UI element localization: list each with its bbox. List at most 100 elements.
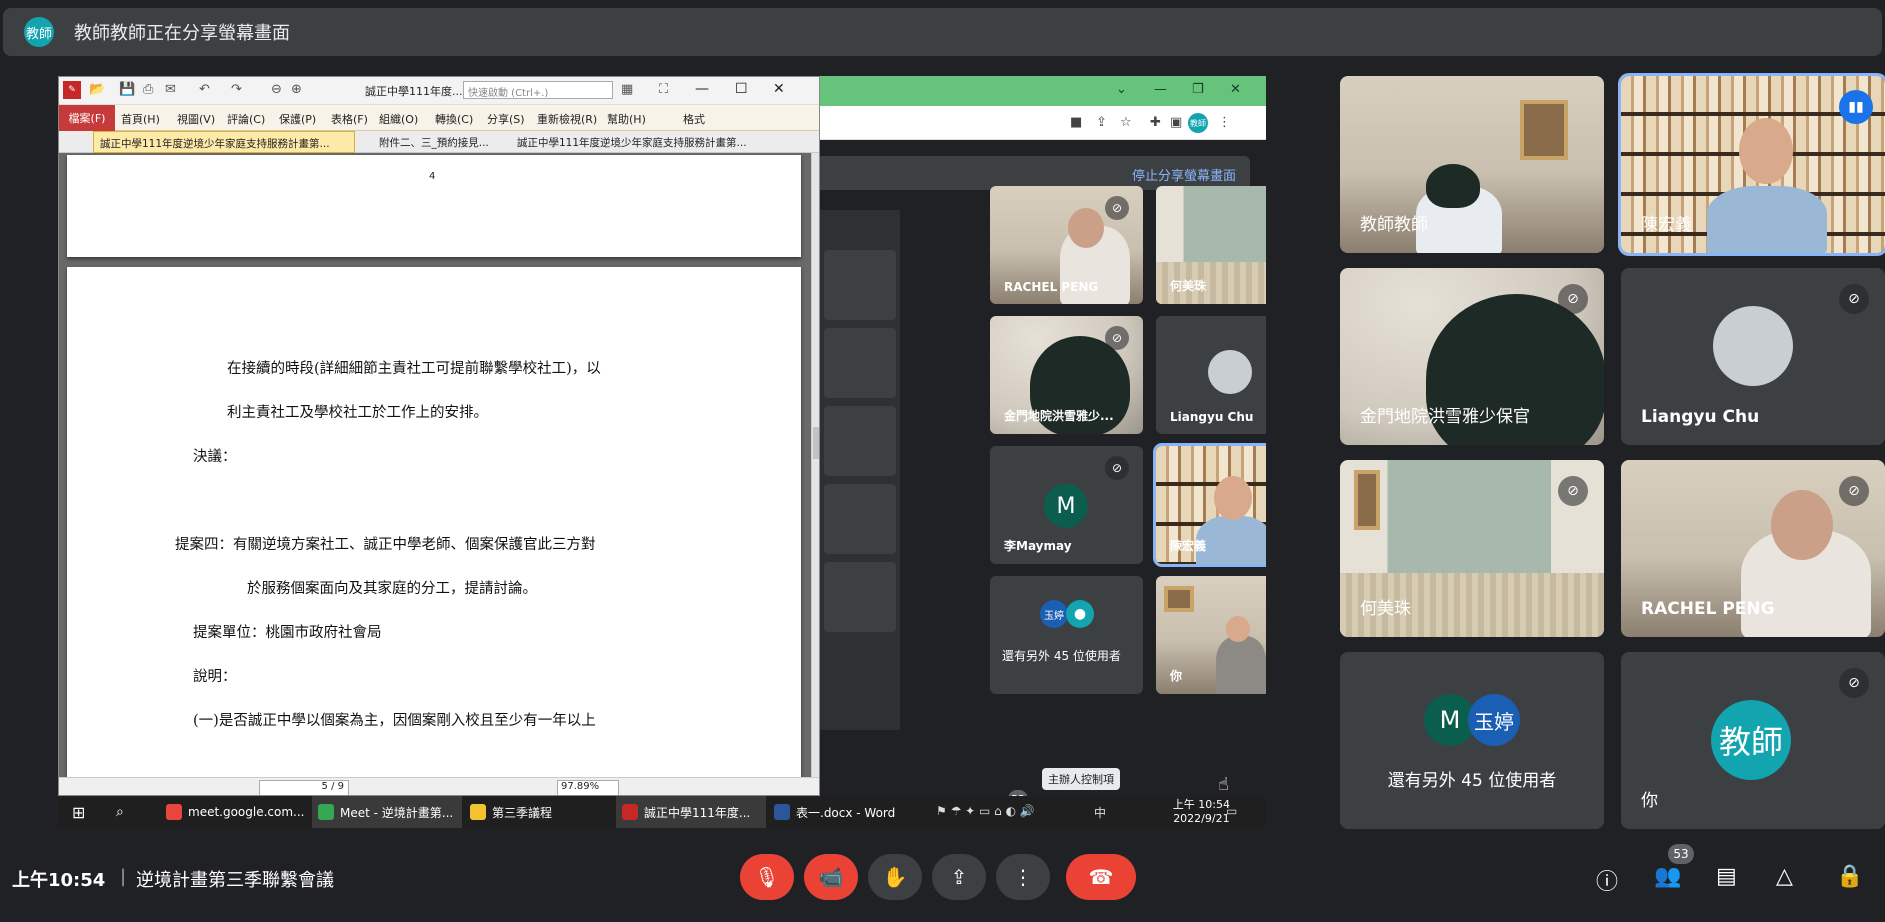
camera-off-icon: 📹 [818, 865, 844, 889]
info-button[interactable]: ⓘ [1596, 864, 1618, 896]
mic-off-icon: ⊘ [1105, 456, 1129, 480]
menu-convert: 轉換(C) [435, 113, 474, 126]
pdf-quick-toolbar: ✎ 📂 💾 ⎙ ✉ ↶ ↷ ⊖ ⊕ 誠正中學111年度... 快速啟動 (Ctr… [59, 77, 819, 105]
camera-icon: ■ [1070, 115, 1083, 130]
mini-tile-self: 你 [1156, 576, 1266, 694]
leave-call-button[interactable]: ☎ [1066, 854, 1136, 900]
taskbar-item: 第三季議程 [464, 796, 614, 828]
tab-doc-2: 附件二、三_預約接見... [379, 137, 489, 149]
others-tile[interactable]: M 玉婷 還有另外 45 位使用者 [1340, 652, 1604, 829]
stop-sharing-bar: 停止分享螢幕畫面 [820, 156, 1250, 190]
mail-icon: ✉ [165, 82, 176, 97]
app-logo-icon: ✎ [63, 81, 81, 99]
menu-file: 檔案(F) [59, 105, 115, 131]
pdf-statusbar: 5 / 9 97.89% [59, 777, 819, 795]
avatar: 玉婷 [1468, 694, 1520, 746]
redo-icon: ↷ [231, 82, 242, 97]
sidepanel-icon: ▣ [1170, 115, 1183, 130]
ime-indicator: 中 [1094, 806, 1107, 820]
activities-button[interactable]: △ [1776, 864, 1793, 889]
profile-icon: 教師 [1188, 113, 1208, 133]
hand-icon: ✋ [882, 865, 908, 889]
page-number: 4 [429, 171, 436, 182]
restore-icon: ❐ [1192, 82, 1204, 97]
participant-name: 金門地院洪雪雅少保官 [1360, 407, 1530, 427]
page-field: 5 / 9 [259, 780, 349, 795]
minimize-icon: — [695, 81, 709, 97]
chat-button[interactable]: ▤ [1716, 864, 1737, 889]
shared-chrome-window: ⌄ — ❐ ✕ ■ ⇪ ☆ ✚ ▣ 教師 ⋮ 停止分享螢幕畫面 ⊘ RACHEL… [820, 76, 1266, 796]
taskbar-item: 誠正中學111年度... [616, 796, 766, 828]
close-icon: ✕ [1230, 82, 1241, 97]
separator: | [120, 866, 127, 887]
document-title: 誠正中學111年度... [365, 85, 463, 98]
people-button[interactable]: 👥 [1654, 864, 1681, 889]
tray-icons: ⚑ ☂ ✦ ▭ ⌂ ◐ 🔊 [936, 804, 1035, 818]
doc-line: 在接續的時段(詳細細節主責社工可提前聯繫學校社工)，以 [227, 361, 601, 377]
taskbar-item: meet.google.com... [160, 796, 310, 828]
present-button[interactable]: ⇪ [932, 854, 986, 900]
doc-line: 於服務個案面向及其家庭的分工，提請討論。 [247, 581, 537, 597]
person-icon: ● [1066, 600, 1094, 628]
participant-tile[interactable]: ⊘ Liangyu Chu [1621, 268, 1885, 445]
save-icon: 💾 [119, 82, 136, 97]
meet-window: 教師 教師教師正在分享螢幕畫面 ⌄ — ❐ ✕ ■ ⇪ ☆ ✚ ▣ 教師 ⋮ 停… [0, 0, 1885, 922]
shared-screen[interactable]: ⌄ — ❐ ✕ ■ ⇪ ☆ ✚ ▣ 教師 ⋮ 停止分享螢幕畫面 ⊘ RACHEL… [58, 76, 1266, 828]
pdf-menubar: 檔案(F) 首頁(H) 視圖(V) 評論(C) 保護(P) 表格(F) 組織(O… [59, 105, 819, 131]
mic-off-icon: ⊘ [1558, 284, 1588, 314]
participant-name: 你 [1641, 791, 1658, 811]
menu-home: 首頁(H) [121, 113, 160, 126]
meeting-controls-bar: 上午10:54 | 逆境計畫第三季聯繫會議 🎙 📹 ✋ ⇪ ⋮ ☎ ⓘ 53 👥… [0, 836, 1885, 922]
share-icon: ⇪ [1096, 115, 1107, 130]
menu-organize: 組織(O) [379, 113, 419, 126]
stop-sharing-button: 停止分享螢幕畫面 [1131, 169, 1236, 184]
menu-share: 分享(S) [487, 113, 525, 126]
maximize-icon: ☐ [735, 81, 748, 97]
pdf-reader-window: ✎ 📂 💾 ⎙ ✉ ↶ ↷ ⊖ ⊕ 誠正中學111年度... 快速啟動 (Ctr… [58, 76, 820, 796]
mic-toggle-button[interactable]: 🎙 [740, 854, 794, 900]
more-icon: ⋮ [1218, 115, 1231, 130]
presenting-banner: 教師 教師教師正在分享螢幕畫面 [3, 8, 1882, 56]
tab-doc-1: 誠正中學111年度逆境少年家庭支持服務計畫第... [93, 131, 355, 153]
menu-view: 視圖(V) [177, 113, 216, 126]
mic-off-icon: ⊘ [1839, 284, 1869, 314]
menu-review: 重新檢視(R) [537, 113, 598, 126]
shared-meet-view: 停止分享螢幕畫面 ⊘ RACHEL PENG 何美珠 ⊘ 金門地院洪雪雅少...… [820, 140, 1266, 796]
forward-icon: ⊕ [291, 82, 302, 97]
presenting-text: 教師教師正在分享螢幕畫面 [74, 23, 290, 44]
chrome-titlebar: ⌄ — ❐ ✕ [820, 76, 1266, 106]
present-icon: ⇪ [950, 865, 968, 889]
print-icon: ⎙ [143, 82, 154, 97]
self-tile[interactable]: 教師 ⊘ 你 [1621, 652, 1885, 829]
layout-icon: ▦ [621, 82, 634, 97]
menu-form: 表格(F) [331, 113, 368, 126]
meeting-clock: 上午10:54 [12, 870, 106, 891]
extensions-icon: ✚ [1150, 115, 1161, 130]
participant-tile[interactable]: ⊘ RACHEL PENG [1621, 460, 1885, 637]
avatar [1713, 306, 1793, 386]
mini-tile: ⊘ RACHEL PENG [990, 186, 1143, 304]
mini-tile: ⊘ Liangyu Chu [1156, 316, 1266, 434]
search-icon: ⌕ [116, 804, 124, 820]
hand-cursor-icon: ☝ [1218, 774, 1229, 795]
host-controls-button[interactable]: 🔒 [1836, 864, 1863, 889]
raise-hand-button[interactable]: ✋ [868, 854, 922, 900]
more-options-button[interactable]: ⋮ [996, 854, 1050, 900]
zoom-field: 97.89% [557, 780, 619, 795]
chrome-toolbar: ■ ⇪ ☆ ✚ ▣ 教師 ⋮ [820, 106, 1266, 140]
mini-tile: ⊘ 何美珠 [1156, 186, 1266, 304]
presenter-avatar: 教師 [24, 17, 54, 47]
participant-tile[interactable]: 教師教師 [1340, 76, 1604, 253]
camera-toggle-button[interactable]: 📹 [804, 854, 858, 900]
pdf-viewer: 4 在接續的時段(詳細細節主責社工可提前聯繫學校社工)，以 利主責社工及學校社工… [59, 153, 811, 777]
participant-tile[interactable]: ⊘ 金門地院洪雪雅少保官 [1340, 268, 1604, 445]
participant-tile-speaking[interactable]: ▮▮ 陳宏義 [1618, 73, 1885, 256]
mini-tile-others: 玉婷 ● 還有另外 45 位使用者 [990, 576, 1143, 694]
doc-line: 提案單位：桃園市政府社會局 [193, 625, 382, 641]
participant-name: 陳宏義 [1641, 215, 1692, 235]
participant-tile[interactable]: ⊘ 何美珠 [1340, 460, 1604, 637]
quick-search-input: 快速啟動 (Ctrl+.) [463, 81, 613, 99]
pdf-scrollbar [811, 153, 819, 777]
others-label: 還有另外 45 位使用者 [1387, 771, 1557, 791]
mic-off-icon: ⊘ [1105, 326, 1129, 350]
